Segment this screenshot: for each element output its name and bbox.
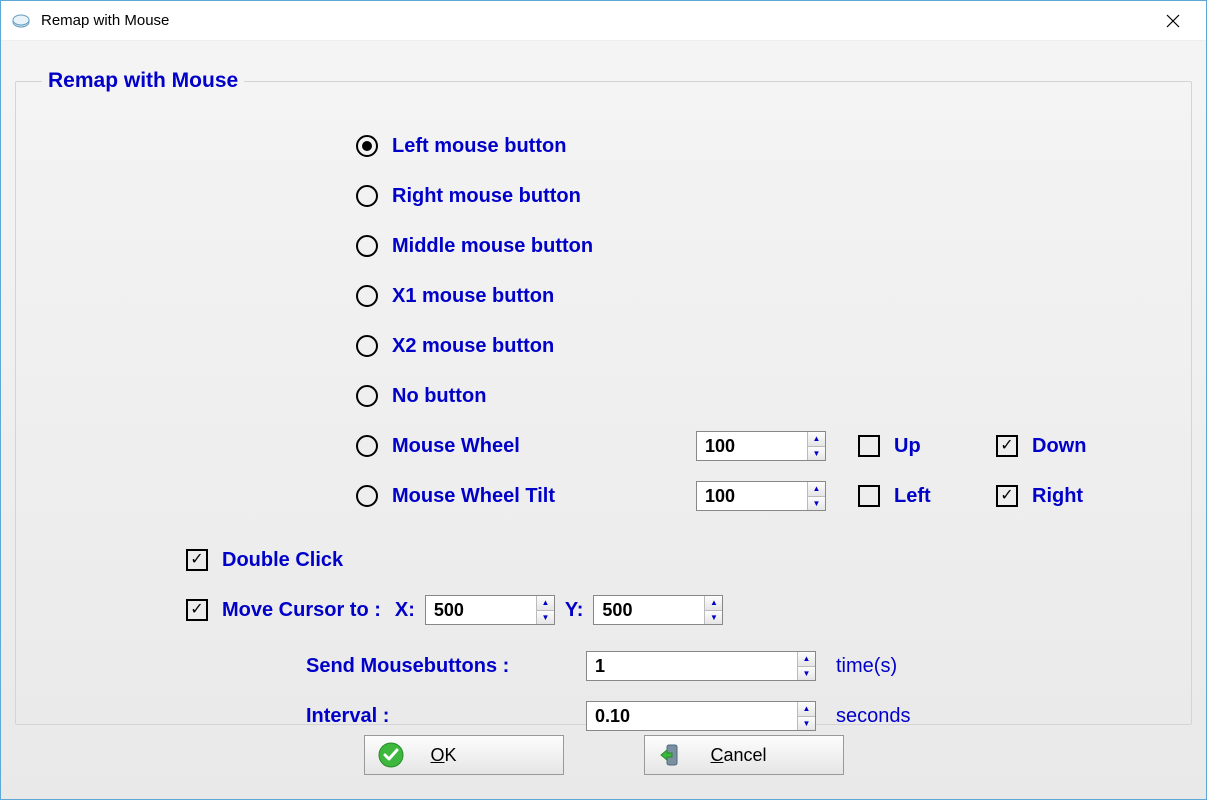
content: Remap with Mouse Left mouse button Right…	[15, 49, 1192, 785]
x-spinner[interactable]: ▲▼	[425, 595, 555, 625]
radio-label: X1 mouse button	[392, 285, 554, 308]
cancel-label: Cancel	[711, 745, 831, 766]
tilt-right-checkbox[interactable]: ✓ Right	[996, 485, 1083, 508]
checkbox-label: Right	[1032, 485, 1083, 508]
radio-icon	[356, 335, 378, 357]
x-input[interactable]	[426, 598, 536, 623]
spinner-buttons[interactable]: ▲▼	[797, 702, 815, 730]
close-button[interactable]	[1150, 9, 1196, 33]
spinner-buttons[interactable]: ▲▼	[797, 652, 815, 680]
radio-label: Right mouse button	[392, 185, 581, 208]
ok-label: OK	[431, 745, 551, 766]
checkbox-label: Up	[894, 435, 921, 458]
radio-label: Mouse Wheel	[392, 435, 520, 458]
checkbox-label: Down	[1032, 435, 1086, 458]
remap-group: Remap with Mouse Left mouse button Right…	[15, 69, 1192, 725]
send-mb-unit: time(s)	[836, 655, 897, 678]
wheel-up-checkbox[interactable]: Up	[858, 435, 921, 458]
interval-input[interactable]	[587, 704, 797, 729]
group-legend: Remap with Mouse	[42, 69, 244, 93]
send-mb-label: Send Mousebuttons :	[306, 655, 566, 678]
checkbox-icon	[858, 435, 880, 457]
spinner-buttons[interactable]: ▲▼	[807, 432, 825, 460]
radio-icon	[356, 185, 378, 207]
checkbox-icon: ✓	[186, 549, 208, 571]
radio-label: X2 mouse button	[392, 335, 554, 358]
send-mb-input[interactable]	[587, 654, 797, 679]
radio-icon	[356, 485, 378, 507]
checkbox-label: Move Cursor to :	[222, 599, 381, 622]
y-input[interactable]	[594, 598, 704, 623]
checkbox-icon	[858, 485, 880, 507]
tilt-value-input[interactable]	[697, 484, 807, 509]
radio-icon	[356, 385, 378, 407]
radio-icon	[356, 235, 378, 257]
interval-unit: seconds	[836, 705, 911, 728]
radio-icon	[356, 285, 378, 307]
move-cursor-row: ✓ Move Cursor to : X: ▲▼ Y: ▲▼	[186, 585, 1171, 635]
checkbox-label: Double Click	[222, 549, 343, 572]
radio-right[interactable]: Right mouse button	[356, 171, 1171, 221]
send-mb-spinner[interactable]: ▲▼	[586, 651, 816, 681]
wheel-value-spinner[interactable]: ▲▼	[696, 431, 826, 461]
radio-label: No button	[392, 385, 486, 408]
wheel-down-checkbox[interactable]: ✓ Down	[996, 435, 1086, 458]
radio-label: Left mouse button	[392, 135, 566, 158]
interval-spinner[interactable]: ▲▼	[586, 701, 816, 731]
radio-list: Left mouse button Right mouse button Mid…	[356, 121, 1171, 521]
wheel-value-input[interactable]	[697, 434, 807, 459]
cancel-button[interactable]: Cancel	[644, 735, 844, 775]
interval-label: Interval :	[306, 705, 566, 728]
window-title: Remap with Mouse	[41, 12, 169, 29]
send-mb-row: Send Mousebuttons : ▲▼ time(s)	[306, 641, 1171, 691]
checkbox-label: Left	[894, 485, 931, 508]
tilt-value-spinner[interactable]: ▲▼	[696, 481, 826, 511]
ok-icon	[377, 741, 405, 769]
y-spinner[interactable]: ▲▼	[593, 595, 723, 625]
ok-button[interactable]: OK	[364, 735, 564, 775]
title-bar: Remap with Mouse	[1, 1, 1206, 41]
tilt-left-checkbox[interactable]: Left	[858, 485, 931, 508]
checkbox-icon: ✓	[996, 485, 1018, 507]
radio-icon	[356, 435, 378, 457]
radio-wheel[interactable]: Mouse Wheel ▲▼ Up ✓ Down	[356, 421, 1171, 471]
cancel-icon	[657, 741, 685, 769]
options-block: ✓ Double Click ✓ Move Cursor to : X: ▲▼ …	[186, 535, 1171, 741]
y-label: Y:	[565, 599, 584, 622]
radio-label: Mouse Wheel Tilt	[392, 485, 555, 508]
radio-middle[interactable]: Middle mouse button	[356, 221, 1171, 271]
radio-left[interactable]: Left mouse button	[356, 121, 1171, 171]
spinner-buttons[interactable]: ▲▼	[536, 596, 554, 624]
radio-none[interactable]: No button	[356, 371, 1171, 421]
radio-x1[interactable]: X1 mouse button	[356, 271, 1171, 321]
radio-label: Middle mouse button	[392, 235, 593, 258]
spinner-buttons[interactable]: ▲▼	[704, 596, 722, 624]
x-label: X:	[395, 599, 415, 622]
double-click-checkbox[interactable]: ✓ Double Click	[186, 535, 1171, 585]
radio-icon	[356, 135, 378, 157]
checkbox-icon: ✓	[996, 435, 1018, 457]
radio-x2[interactable]: X2 mouse button	[356, 321, 1171, 371]
window: Remap with Mouse Remap with Mouse Left m…	[0, 0, 1207, 800]
move-cursor-checkbox[interactable]: ✓	[186, 599, 208, 621]
spinner-buttons[interactable]: ▲▼	[807, 482, 825, 510]
app-icon	[11, 11, 31, 31]
button-bar: OK Cancel	[15, 733, 1192, 777]
radio-tilt[interactable]: Mouse Wheel Tilt ▲▼ Left ✓ Right	[356, 471, 1171, 521]
